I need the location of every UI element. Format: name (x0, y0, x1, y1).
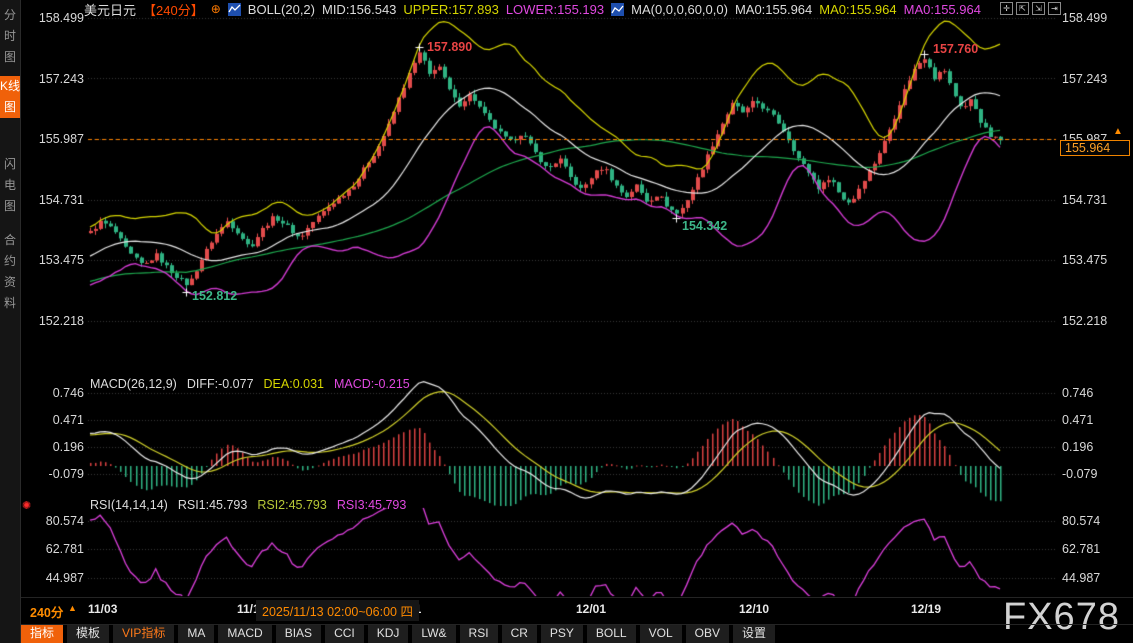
rsi1-value: RSI1:45.793 (178, 498, 248, 512)
toolbar-item-macd[interactable]: MACD (218, 625, 271, 643)
low-annotation: 152.812 (192, 289, 237, 303)
boll-chart-icon (228, 3, 241, 16)
chart-canvas[interactable] (0, 0, 1133, 643)
macd-tick: -0.079 (32, 467, 84, 481)
boll-lower-value: LOWER:155.193 (506, 2, 604, 17)
x-tick: 12/19 (911, 602, 941, 616)
ma0-magenta-value: MA0:155.964 (904, 2, 981, 17)
candle-tooltip: 2025/11/13 02:00~06:00 四 (256, 600, 419, 621)
x-tick: 12/10 (739, 602, 769, 616)
pan-icon[interactable]: ✛ (1000, 2, 1013, 15)
axis-separator (20, 597, 1133, 598)
sidebar-tab-timeline[interactable]: 分时图 (0, 5, 20, 68)
period-label[interactable]: 【240分】 (143, 0, 204, 19)
rsi-label: RSI(14,14,14) (90, 498, 168, 512)
price-tick: 154.731 (32, 193, 84, 207)
shift-right-icon[interactable]: ⇥ (1048, 2, 1061, 15)
live-indicator-icon: ✺ (22, 499, 31, 512)
add-indicator-icon[interactable]: ⊕ (211, 2, 221, 16)
period-up-icon: ▲ (68, 603, 77, 613)
high-annotation: 157.890 (427, 40, 472, 54)
scale-right-icon[interactable]: ⇲ (1032, 2, 1045, 15)
scale-left-icon[interactable]: ⇱ (1016, 2, 1029, 15)
macd-tick: 0.196 (1062, 440, 1114, 454)
indicator-toolbar: 指标 模板 VIP指标 MA MACD BIAS CCI KDJ LW& RSI… (21, 625, 1133, 643)
macd-diff-value: DIFF:-0.077 (187, 377, 254, 391)
x-tick: 11/03 (88, 602, 117, 616)
macd-tick: 0.471 (32, 413, 84, 427)
left-sidebar: 分时图 K线图 闪电图 合约资料 (0, 0, 21, 643)
ma0-yellow-value: MA0:155.964 (819, 2, 896, 17)
price-tick: 158.499 (1062, 11, 1114, 25)
toolbar-item-boll[interactable]: BOLL (587, 625, 636, 643)
price-tick: 157.243 (32, 72, 84, 86)
boll-label: BOLL(20,2) (248, 2, 315, 17)
toolbar-item-kdj[interactable]: KDJ (368, 625, 409, 643)
high-annotation: 157.760 (933, 42, 978, 56)
period-selector[interactable]: 240分 (30, 602, 63, 621)
toolbar-item-psy[interactable]: PSY (541, 625, 583, 643)
macd-tick: -0.079 (1062, 467, 1114, 481)
ma-chart-icon (611, 3, 624, 16)
toolbar-item-vip[interactable]: VIP指标 (113, 625, 174, 643)
rsi2-value: RSI2:45.793 (257, 498, 327, 512)
toolbar-item-lw[interactable]: LW& (412, 625, 455, 643)
macd-tick: 0.196 (32, 440, 84, 454)
macd-dea-value: DEA:0.031 (264, 377, 324, 391)
price-tick: 158.499 (32, 11, 84, 25)
chart-header: 美元日元 【240分】 ⊕ BOLL(20,2) MID:156.543 UPP… (84, 1, 981, 17)
sidebar-tab-kline[interactable]: K线图 (0, 76, 20, 118)
rsi-header: RSI(14,14,14) RSI1:45.793 RSI2:45.793 RS… (90, 498, 406, 512)
price-tick: 157.243 (1062, 72, 1114, 86)
rsi-tick: 80.574 (32, 514, 84, 528)
rsi-tick: 80.574 (1062, 514, 1114, 528)
macd-header: MACD(26,12,9) DIFF:-0.077 DEA:0.031 MACD… (90, 377, 410, 391)
rsi-tick: 44.987 (1062, 571, 1114, 585)
ma-label: MA(0,0,0,60,0,0) (631, 2, 728, 17)
toolbar-item-obv[interactable]: OBV (686, 625, 729, 643)
price-up-arrow-icon: ▲ (1113, 126, 1123, 137)
rsi3-value: RSI3:45.793 (337, 498, 407, 512)
toolbar-item-settings[interactable]: 设置 (733, 625, 775, 643)
toolbar-item-template[interactable]: 模板 (67, 625, 109, 643)
price-tick: 154.731 (1062, 193, 1114, 207)
chart-tools: ✛ ⇱ ⇲ ⇥ (1000, 2, 1061, 15)
symbol-title: 美元日元 (84, 0, 136, 19)
boll-upper-value: UPPER:157.893 (403, 2, 498, 17)
toolbar-item-cci[interactable]: CCI (325, 625, 364, 643)
current-price-box: 155.964 (1060, 140, 1130, 156)
x-tick: 12/01 (576, 602, 606, 616)
price-tick: 153.475 (32, 253, 84, 267)
toolbar-item-rsi[interactable]: RSI (460, 625, 498, 643)
price-tick: 152.218 (32, 314, 84, 328)
low-annotation: 154.342 (682, 219, 727, 233)
rsi-tick: 44.987 (32, 571, 84, 585)
sidebar-tab-flash[interactable]: 闪电图 (0, 154, 20, 217)
ma0-white-value: MA0:155.964 (735, 2, 812, 17)
toolbar-item-ma[interactable]: MA (178, 625, 214, 643)
toolbar-item-vol[interactable]: VOL (640, 625, 682, 643)
rsi-tick: 62.781 (1062, 542, 1114, 556)
boll-mid-value: MID:156.543 (322, 2, 396, 17)
macd-value: MACD:-0.215 (334, 377, 410, 391)
rsi-tick: 62.781 (32, 542, 84, 556)
toolbar-item-bias[interactable]: BIAS (276, 625, 321, 643)
toolbar-item-cr[interactable]: CR (502, 625, 537, 643)
macd-label: MACD(26,12,9) (90, 377, 177, 391)
macd-tick: 0.746 (1062, 386, 1114, 400)
price-tick: 152.218 (1062, 314, 1114, 328)
macd-tick: 0.471 (1062, 413, 1114, 427)
sidebar-tab-contract[interactable]: 合约资料 (0, 230, 20, 314)
price-tick: 155.987 (32, 132, 84, 146)
toolbar-item-indicator[interactable]: 指标 (21, 625, 63, 643)
macd-tick: 0.746 (32, 386, 84, 400)
price-tick: 153.475 (1062, 253, 1114, 267)
